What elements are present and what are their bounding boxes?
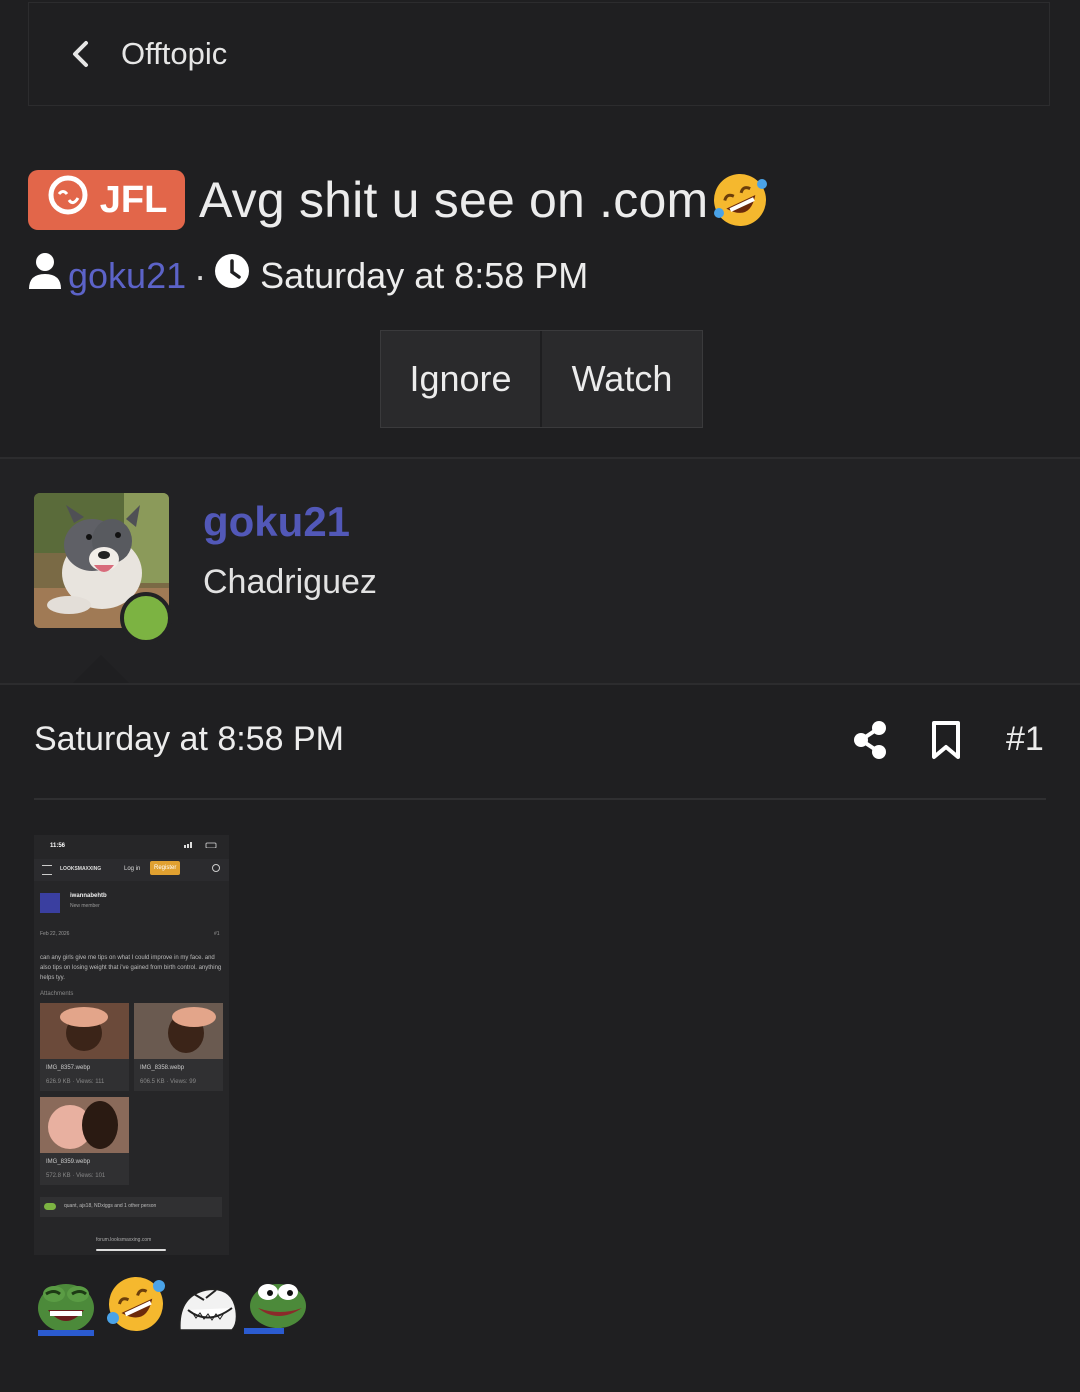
ignore-button[interactable]: Ignore (381, 331, 542, 427)
status-icons (184, 842, 218, 849)
message-pointer (72, 655, 130, 684)
clock-icon (214, 253, 250, 298)
thread-meta: goku21 · Saturday at 8:58 PM (28, 252, 588, 299)
menu-icon (42, 865, 52, 875)
post-emoji-row (34, 1272, 308, 1341)
pepe-grin-icon (244, 1272, 308, 1341)
attach-op-name: iwannabehtb (70, 893, 107, 899)
attach-reactions-bar: quant, ajs18, NDxiggs and 1 other person (40, 1197, 222, 1217)
rofl-emoji-icon (104, 1272, 168, 1341)
thread-title: Avg shit u see on .com (199, 172, 709, 228)
rofl-emoji-icon (710, 170, 770, 230)
attach-file-2: IMG_8358.webp 606.5 KB · Views: 99 (134, 1003, 223, 1091)
attach-op-role: New member (70, 903, 100, 909)
attach-file-name: IMG_8357.webp (46, 1065, 91, 1071)
attach-login: Log in (124, 866, 141, 872)
attach-body: can any girls give me tips on what I cou… (40, 955, 222, 981)
pepe-laugh-icon (34, 1272, 98, 1341)
attach-url: forum.looksmaxxing.com (96, 1237, 152, 1243)
home-indicator (96, 1249, 166, 1251)
thread-prefix-label: JFL (99, 178, 168, 221)
post-number-link[interactable]: #1 (1006, 720, 1044, 759)
thread-action-buttons: Ignore Watch (380, 330, 703, 428)
attach-file-1: IMG_8357.webp 626.9 KB · Views: 111 (40, 1003, 129, 1091)
attach-file-info: 626.9 KB · Views: 111 (46, 1079, 105, 1085)
share-icon[interactable] (852, 720, 888, 760)
laugh-prefix-icon (46, 173, 90, 227)
meta-separator: · (194, 254, 207, 296)
post-user-block (0, 459, 1080, 684)
online-status-indicator (120, 592, 172, 644)
post-date-link[interactable]: Saturday at 8:58 PM (34, 720, 344, 759)
attach-status-time: 11:56 (50, 843, 66, 849)
attach-navbar: LOOKSMAXXING Log in Register (34, 859, 229, 881)
bookmark-icon[interactable] (930, 720, 962, 760)
attach-op-avatar (40, 893, 60, 913)
divider (34, 798, 1046, 800)
attached-screenshot[interactable]: 11:56 LOOKSMAXXING Log in Register iwann… (34, 835, 229, 1255)
breadcrumb-label[interactable]: Offtopic (121, 36, 227, 72)
thread-time: Saturday at 8:58 PM (260, 254, 589, 296)
reaction-mini-icon (44, 1203, 56, 1210)
attach-reactions-text: quant, ajs18, NDxiggs and 1 other person (64, 1203, 157, 1209)
breadcrumb[interactable]: Offtopic (28, 2, 1050, 106)
attach-attachments-label: Attachments (40, 991, 74, 997)
attach-date: Feb 22, 2026 (40, 931, 70, 937)
post-user-title: Chadriguez (203, 563, 377, 601)
troll-face-icon (174, 1272, 238, 1341)
post-username-link[interactable]: goku21 (203, 498, 350, 546)
attach-file-3: IMG_8359.webp 572.8 KB · Views: 101 (40, 1097, 129, 1185)
attach-register: Register (150, 861, 181, 875)
attach-file-info: 572.8 KB · Views: 101 (46, 1173, 106, 1179)
attach-num: #1 (214, 931, 220, 937)
search-icon (212, 864, 220, 872)
attach-file-name: IMG_8358.webp (140, 1065, 185, 1071)
thread-author-link[interactable]: goku21 (68, 255, 186, 297)
user-icon (28, 252, 62, 299)
watch-button[interactable]: Watch (542, 331, 702, 427)
divider (0, 683, 1080, 685)
thread-title-row: JFL Avg shit u see on .com (28, 170, 770, 230)
attach-file-info: 606.5 KB · Views: 99 (140, 1079, 196, 1085)
attach-site-name: LOOKSMAXXING (60, 866, 102, 872)
thread-prefix-badge[interactable]: JFL (28, 170, 185, 230)
chevron-left-icon (71, 39, 95, 69)
attach-file-name: IMG_8359.webp (46, 1159, 91, 1165)
